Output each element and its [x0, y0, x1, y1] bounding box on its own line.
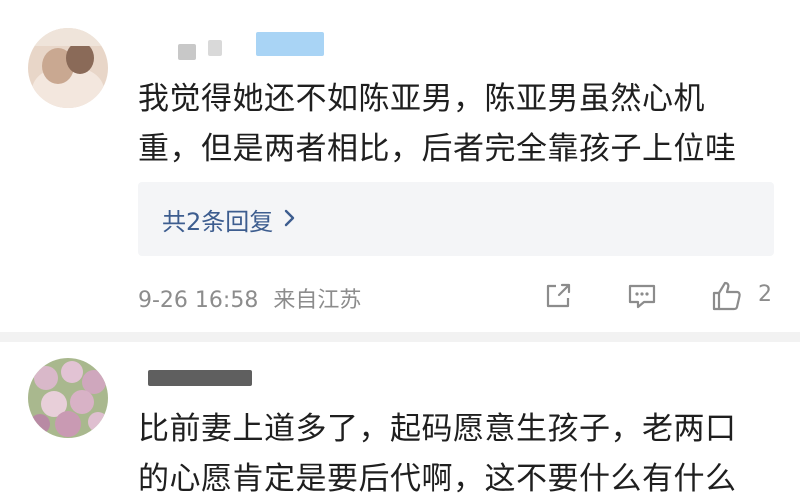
thumbs-up-icon[interactable]: [708, 278, 744, 314]
username-redacted: [208, 40, 222, 56]
comment-item: 比前妻上道多了，起码愿意生孩子，老两口 的心愿肯定是要后代啊，这不要什么有什么: [0, 342, 800, 503]
chevron-right-icon: [283, 206, 297, 234]
avatar[interactable]: [28, 28, 108, 108]
comment-icon[interactable]: [624, 278, 660, 314]
avatar[interactable]: [28, 358, 108, 438]
comment-divider: [0, 332, 800, 342]
username-redacted: [178, 44, 196, 60]
comment-timestamp: 9-26 16:58 来自江苏: [138, 282, 361, 314]
view-replies-link[interactable]: 共2条回复: [162, 202, 297, 237]
like-count: 2: [758, 282, 772, 307]
username-redacted: [256, 32, 324, 56]
replies-box[interactable]: 共2条回复: [138, 182, 774, 256]
comment-text: 我觉得她还不如陈亚男，陈亚男虽然心机 重，但是两者相比，后者完全靠孩子上位哇: [138, 81, 737, 167]
timestamp-value: 9-26 16:58: [138, 288, 259, 313]
location-label: 来自江苏: [273, 288, 362, 313]
comment-text: 比前妻上道多了，起码愿意生孩子，老两口 的心愿肯定是要后代啊，这不要什么有什么: [138, 411, 737, 497]
view-replies-label: 共2条回复: [162, 208, 274, 236]
comment-item: 我觉得她还不如陈亚男，陈亚男虽然心机 重，但是两者相比，后者完全靠孩子上位哇 共…: [0, 0, 800, 332]
share-icon[interactable]: [540, 278, 576, 314]
username-redacted: [148, 370, 252, 386]
comment-meta: 9-26 16:58 来自江苏 2: [138, 278, 788, 314]
